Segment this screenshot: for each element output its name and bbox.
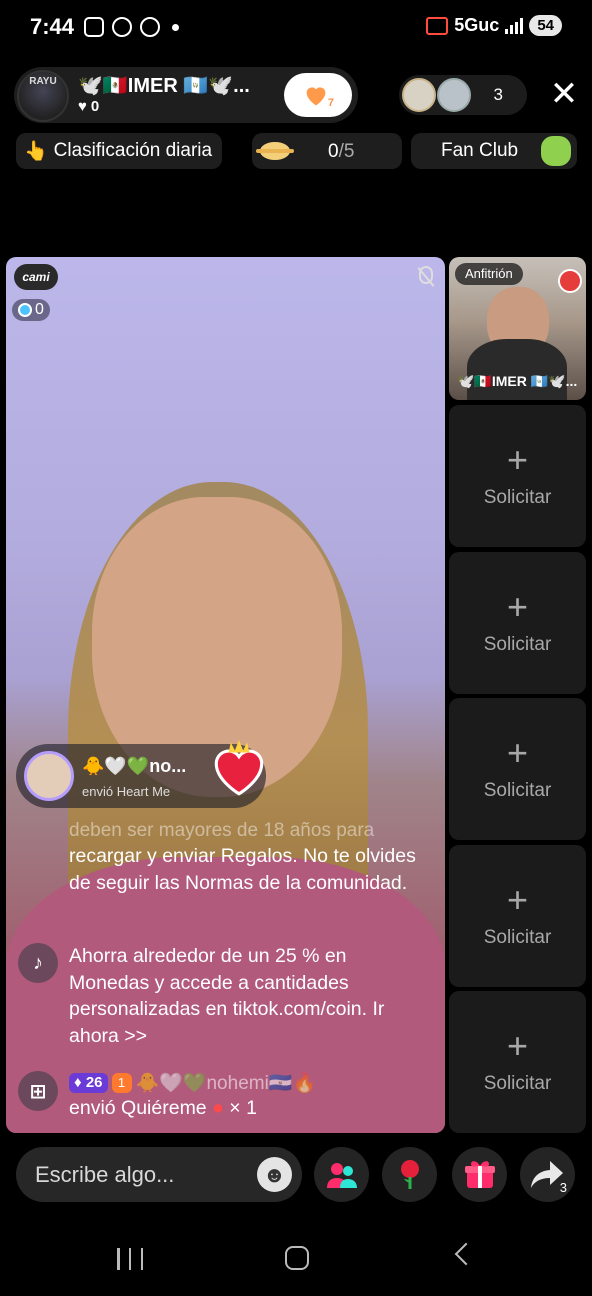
gift-icon [465,1161,495,1188]
request-slot[interactable]: + Solicitar [449,991,586,1133]
gift-sender-name: 🐥🤍💚nohemi🇸🇻🔥 [135,1073,317,1094]
gift-count: × 1 [229,1097,257,1119]
chat-promo[interactable]: Ahorra alrededor de un 25 % en Monedas y… [69,943,431,1049]
rose-icon [401,1160,419,1189]
planet-current: 0 [328,141,339,162]
viewer-count: 3 [493,85,503,104]
user-level-value: 26 [85,1074,103,1091]
planet-icon [256,142,294,160]
host-tile-coat [467,339,567,400]
comment-placeholder: Escribe algo... [35,1162,175,1187]
user-level-badge: ♦ 26 [69,1073,108,1093]
host-avatar[interactable]: RAYU [17,70,69,122]
network-label: 5Guc [454,15,500,35]
share-count: 3 [559,1180,567,1195]
viewer-avatar[interactable] [437,78,471,112]
status-right: 5Guc 54 [426,15,562,36]
heart-icon: ♥ [78,98,87,115]
share-button[interactable]: 3 [520,1147,575,1202]
fan-club-mascot-icon [541,136,571,166]
request-slot-label: Solicitar [483,487,552,508]
request-slot[interactable]: + Solicitar [449,552,586,694]
status-notification-icons [84,17,179,37]
record-icon [112,17,132,37]
guest-score-value: 0 [35,301,44,318]
tiktok-icon: ♪ [18,943,58,983]
whatsapp-icon [140,17,160,37]
host-tile-badge-icon [558,269,582,293]
hand-icon: 👆 [24,141,48,162]
chat-notice: recargar y enviar Regalos. No te olvides… [69,845,416,894]
request-slot[interactable]: + Solicitar [449,405,586,547]
request-slot-label: Solicitar [483,927,552,948]
gift-button[interactable] [452,1147,507,1202]
recent-apps-icon[interactable] [117,1248,143,1270]
viewer-avatar[interactable] [402,78,436,112]
follow-button[interactable]: 7 [284,73,352,117]
guest-score: 0 [12,299,50,321]
toast-message: envió Heart Me [82,784,171,799]
planet-progress: 0/5 [328,141,354,163]
viewers-pill[interactable]: 3 [399,75,527,115]
gift-chat-sender[interactable]: ♦ 26 1 🐥🤍💚nohemi🇸🇻🔥 [69,1071,316,1095]
host-tile-name: 🕊️🇲🇽IMER 🇬🇹🕊️... [457,373,578,389]
gift-message-text: envió Quiéreme [69,1097,207,1119]
gift-toast: 🐥🤍💚no... envió Heart Me [16,740,266,808]
follow-count: 7 [327,97,334,109]
plus-icon: + [506,586,529,627]
battery-level: 54 [529,15,562,36]
back-icon[interactable] [454,1242,478,1266]
daily-ranking-label: Clasificación diaria [53,140,213,161]
mic-muted-icon [419,266,433,284]
host-tile-label: Anfitrión [455,263,523,285]
score-icon [18,303,32,317]
toast-avatar [24,751,74,801]
request-slot-label: Solicitar [483,1073,552,1094]
fan-level-badge: 1 [111,1073,132,1093]
request-slot[interactable]: + Solicitar [449,698,586,840]
system-navigation-bar [0,1220,592,1296]
signal-icon [505,17,524,34]
screenshot-icon [84,17,104,37]
request-slot-label: Solicitar [483,634,552,655]
toast-sender-name: 🐥🤍💚no... [82,756,187,776]
guest-badge[interactable]: cami [14,264,58,290]
daily-ranking-badge[interactable]: 👆 Clasificación diaria [16,133,222,169]
planet-goal-badge[interactable]: 0/5 [252,133,402,169]
gift-icon-small: ● [212,1097,224,1119]
emoji-icon[interactable]: ☻ [257,1157,292,1192]
chat-faded-line: deben ser mayores de 18 años para [69,820,375,841]
cast-icon [426,16,449,35]
host-name: 🕊️🇲🇽IMER 🇬🇹🕊️... [78,75,250,97]
fan-club-label: Fan Club [441,140,519,161]
follow-heart-icon [306,87,326,106]
request-slot[interactable]: + Solicitar [449,845,586,987]
gift-chat-message: envió Quiéreme ● × 1 [69,1097,257,1120]
host-video-tile[interactable]: Anfitrión 🕊️🇲🇽IMER 🇬🇹🕊️... [449,257,586,400]
status-time: 7:44 [30,14,75,39]
host-likes: ♥ 0 [78,98,99,115]
status-bar: 7:44 5Guc 54 [0,0,592,58]
invite-guests-icon [327,1163,357,1188]
planet-total: /5 [338,141,355,162]
home-icon[interactable] [285,1246,309,1270]
comment-input[interactable]: Escribe algo... ☻ [16,1147,302,1202]
plus-icon: + [506,1025,529,1066]
more-dot-icon [172,23,179,31]
host-profile-pill[interactable]: RAYU 🕊️🇲🇽IMER 🇬🇹🕊️... ♥ 0 7 [14,67,358,123]
request-slot-label: Solicitar [483,780,552,801]
close-icon[interactable]: ✕ [548,77,580,111]
host-likes-count: 0 [90,98,100,115]
invite-guests-button[interactable] [314,1147,369,1202]
plus-icon: + [506,879,529,920]
heart-me-gift-icon [214,740,264,796]
rose-gift-button[interactable] [382,1147,437,1202]
fan-club-badge[interactable]: Fan Club [411,133,577,169]
host-avatar-text: RAYU [29,76,57,87]
plus-icon: + [506,732,529,773]
plus-icon: + [506,439,529,480]
gift-box-icon: ⊞ [18,1071,58,1111]
